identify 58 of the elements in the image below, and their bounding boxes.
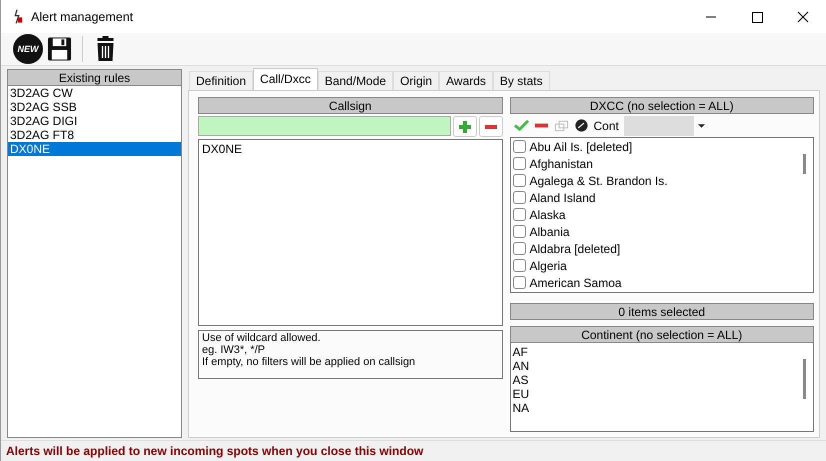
check-icon[interactable] (514, 119, 528, 132)
continent-item[interactable]: EU (512, 387, 795, 401)
rule-item[interactable]: 3D2AG CW (8, 86, 181, 100)
checkbox[interactable] (512, 140, 526, 153)
country-label: Algeria (530, 258, 567, 272)
callsign-header: Callsign (198, 97, 502, 114)
dxcc-header: DXCC (no selection = ALL) (510, 97, 814, 114)
continent-header: Continent (no selection = ALL) (510, 326, 814, 343)
checkbox[interactable] (512, 191, 526, 204)
continent-item[interactable]: AS (512, 373, 795, 387)
tab[interactable]: Origin (393, 71, 440, 90)
save-icon[interactable] (47, 36, 72, 62)
windows-icon[interactable] (554, 119, 568, 132)
country-label: Alaska (530, 208, 566, 222)
new-button[interactable]: NEW (13, 34, 43, 64)
continent-item[interactable]: NA (512, 401, 795, 415)
checkbox[interactable] (512, 225, 526, 238)
gauge-icon[interactable] (574, 119, 588, 132)
remove-button[interactable] (478, 116, 502, 137)
country-label: Aland Island (530, 190, 596, 204)
help-text: If empty, no filters will be applied on callsign (202, 356, 416, 368)
tab[interactable]: Definition (189, 71, 254, 90)
country-label: American Samoa (530, 276, 622, 290)
continent-item[interactable]: AN (512, 359, 795, 373)
country-label: Abu Ail Is. [deleted] (530, 140, 632, 154)
rule-item[interactable]: DX0NE (8, 142, 181, 156)
country-label: Agalega & St. Brandon Is. (530, 174, 668, 188)
rule-item[interactable]: 3D2AG SSB (8, 100, 181, 114)
caret-icon (698, 124, 705, 128)
selection-count: 0 items selected (510, 303, 814, 320)
help-text: Use of wildcard allowed. (202, 332, 322, 344)
country-label: Albania (530, 224, 570, 238)
plus-icon (458, 120, 472, 134)
add-button[interactable] (452, 116, 476, 137)
scrollbar-thumb[interactable] (803, 154, 806, 174)
tab[interactable]: Band/Mode (318, 71, 394, 90)
checkbox[interactable] (512, 208, 526, 221)
tab[interactable]: Awards (439, 71, 493, 90)
callsign-item[interactable]: DX0NE (202, 142, 498, 156)
checkbox[interactable] (512, 242, 526, 255)
checkbox[interactable] (512, 174, 526, 187)
tab[interactable]: By stats (492, 71, 550, 90)
status-text: Alerts will be applied to new incoming spots when you close this window (1, 440, 826, 461)
continent-item[interactable]: AF (512, 345, 795, 359)
rules-header: Existing rules (7, 69, 182, 86)
callsign-input[interactable] (198, 116, 450, 136)
scrollbar-thumb[interactable] (803, 359, 806, 399)
checkbox[interactable] (512, 259, 526, 272)
tab[interactable]: Call/Dxcc (253, 68, 318, 90)
rule-item[interactable]: 3D2AG FT8 (8, 128, 181, 142)
country-label: Afghanistan (530, 156, 593, 170)
help-text: eg. IW3*, */P (202, 344, 266, 356)
checkbox[interactable] (512, 276, 526, 289)
country-label: Aldabra [deleted] (530, 242, 620, 256)
window-title: Alert management (31, 10, 134, 24)
cont-label: Cont (594, 118, 619, 132)
rule-item[interactable]: 3D2AG DIGI (8, 114, 181, 128)
checkbox[interactable] (512, 157, 526, 170)
